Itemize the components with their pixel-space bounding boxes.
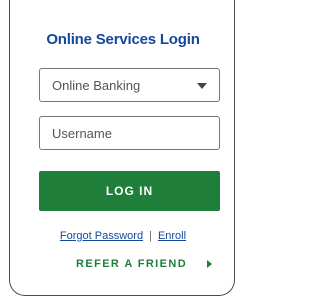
service-select[interactable]: Online Banking — [39, 68, 220, 102]
refer-a-friend-link[interactable]: REFER A FRIEND — [76, 258, 187, 270]
arrow-right-icon[interactable] — [207, 260, 212, 268]
login-title: Online Services Login — [46, 31, 200, 48]
enroll-link[interactable]: Enroll — [158, 230, 186, 242]
caret-down-icon — [197, 83, 207, 89]
help-links: Forgot Password | Enroll — [10, 230, 236, 242]
login-card: Online Services Login Online Banking LOG… — [9, 0, 235, 296]
login-button[interactable]: LOG IN — [39, 171, 220, 211]
forgot-password-link[interactable]: Forgot Password — [60, 230, 143, 242]
username-input[interactable] — [39, 116, 220, 150]
link-separator: | — [149, 230, 152, 242]
service-select-value: Online Banking — [52, 78, 141, 93]
